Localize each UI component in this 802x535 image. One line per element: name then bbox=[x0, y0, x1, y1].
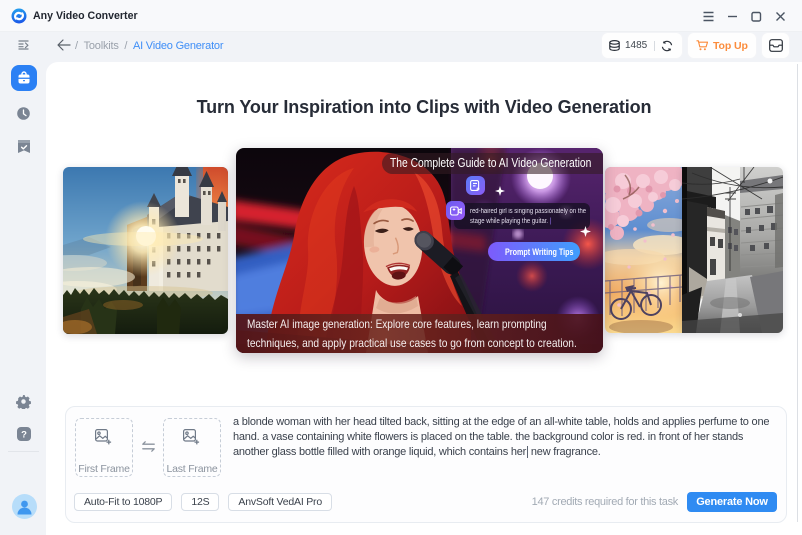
svg-text:?: ? bbox=[21, 429, 27, 440]
